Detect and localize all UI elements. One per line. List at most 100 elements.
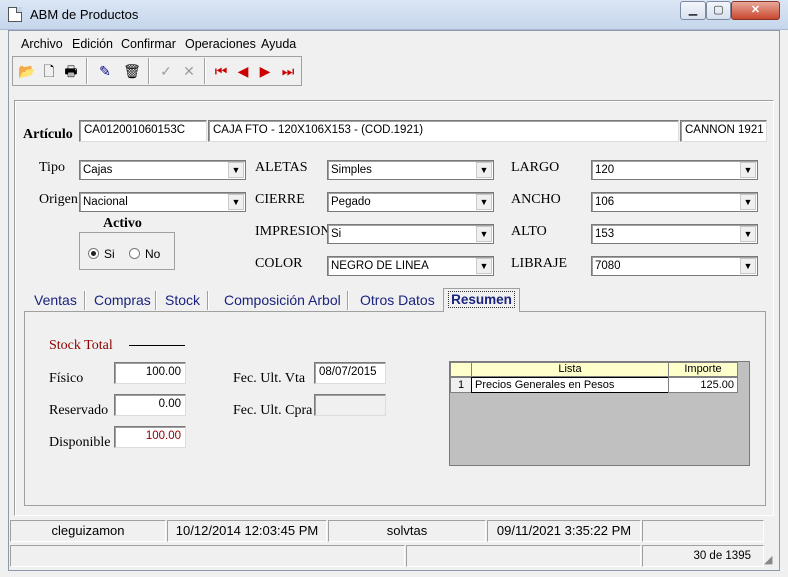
- last-record-button[interactable]: ⏭: [277, 60, 299, 82]
- prev-record-button[interactable]: ◀: [232, 60, 254, 82]
- menu-edicion[interactable]: Edición: [72, 37, 113, 51]
- origen-label: Origen: [39, 192, 78, 207]
- reservado-field[interactable]: 0.00: [114, 394, 186, 416]
- fec-ult-cpra-field[interactable]: [314, 394, 386, 416]
- fisico-field[interactable]: 100.00: [114, 362, 186, 384]
- alto-value: 153: [595, 228, 615, 240]
- fisico-label: Físico: [49, 371, 84, 386]
- alto-select[interactable]: 153 ▼: [591, 224, 758, 244]
- first-record-button[interactable]: ⏮: [210, 60, 232, 82]
- tipo-select[interactable]: Cajas ▼: [79, 160, 246, 180]
- resize-grip-icon[interactable]: ◢: [764, 553, 778, 567]
- ancho-select[interactable]: 106 ▼: [591, 192, 758, 212]
- maximize-button[interactable]: ▢: [706, 1, 731, 20]
- articulo-code-field[interactable]: CA012001060153C: [79, 120, 207, 142]
- new-document-icon: 🗋: [43, 63, 55, 79]
- articulo-label: Artículo: [23, 127, 73, 142]
- new-document-button[interactable]: 🗋: [38, 60, 60, 82]
- chevron-down-icon[interactable]: ▼: [740, 258, 756, 274]
- activo-si-radio[interactable]: [88, 248, 99, 259]
- cierre-select[interactable]: Pegado ▼: [327, 192, 494, 212]
- chevron-down-icon[interactable]: ▼: [740, 162, 756, 178]
- libraje-label: LIBRAJE: [511, 256, 567, 271]
- fec-ult-vta-field[interactable]: 08/07/2015: [314, 362, 386, 384]
- chevron-down-icon[interactable]: ▼: [476, 258, 492, 274]
- fec-ult-cpra-label: Fec. Ult. Cpra: [233, 403, 313, 418]
- articulo-client-field[interactable]: CANNON 1921: [680, 120, 767, 142]
- confirm-check-icon: ✓: [160, 63, 172, 79]
- articulo-description-field[interactable]: CAJA FTO - 120X106X153 - (COD.1921): [208, 120, 679, 142]
- largo-label: LARGO: [511, 160, 560, 175]
- close-button[interactable]: ✕: [731, 1, 780, 20]
- chevron-down-icon[interactable]: ▼: [228, 162, 244, 178]
- grid-cell-importe[interactable]: 125.00: [668, 377, 738, 393]
- status-user-created: cleguizamon: [10, 520, 166, 542]
- chevron-down-icon[interactable]: ▼: [476, 162, 492, 178]
- menu-ayuda[interactable]: Ayuda: [261, 37, 296, 51]
- status-empty: [642, 520, 764, 542]
- aletas-label: ALETAS: [255, 160, 308, 175]
- ancho-value: 106: [595, 196, 615, 208]
- tab-panel-border: [520, 311, 766, 312]
- fec-ult-vta-label: Fec. Ult. Vta: [233, 371, 306, 386]
- print-icon: 🖶: [64, 63, 78, 79]
- activo-no-radio[interactable]: [129, 248, 140, 259]
- color-select[interactable]: NEGRO DE LINEA ▼: [327, 256, 494, 276]
- largo-select[interactable]: 120 ▼: [591, 160, 758, 180]
- next-record-icon: ▶: [259, 63, 271, 79]
- status-user-modified: solvtas: [328, 520, 486, 542]
- libraje-value: 7080: [595, 260, 621, 272]
- edit-button[interactable]: ✎: [94, 60, 116, 82]
- last-record-icon: ⏭: [281, 63, 295, 79]
- aletas-select[interactable]: Simples ▼: [327, 160, 494, 180]
- color-label: COLOR: [255, 256, 303, 271]
- first-record-icon: ⏮: [214, 63, 228, 79]
- trash-icon: 🗑: [123, 63, 141, 79]
- status-date-modified: 09/11/2021 3:35:22 PM: [487, 520, 641, 542]
- tab-composicion-arbol[interactable]: Composición Arbol: [224, 290, 341, 311]
- next-record-button[interactable]: ▶: [254, 60, 276, 82]
- tab-otros-datos[interactable]: Otros Datos: [360, 290, 435, 311]
- chevron-down-icon[interactable]: ▼: [476, 194, 492, 210]
- delete-button[interactable]: 🗑: [121, 60, 143, 82]
- tab-stock[interactable]: Stock: [165, 290, 200, 311]
- grid-header-importe[interactable]: Importe: [668, 362, 738, 377]
- libraje-select[interactable]: 7080 ▼: [591, 256, 758, 276]
- menu-archivo[interactable]: Archivo: [21, 37, 63, 51]
- prev-record-icon: ◀: [237, 63, 249, 79]
- toolbar-separator: [204, 58, 206, 84]
- disponible-field[interactable]: 100.00: [114, 426, 186, 448]
- chevron-down-icon[interactable]: ▼: [740, 194, 756, 210]
- open-folder-icon: 📂: [18, 63, 36, 79]
- tab-ventas[interactable]: Ventas: [34, 290, 77, 311]
- print-button[interactable]: 🖶: [60, 60, 82, 82]
- chevron-down-icon[interactable]: ▼: [228, 194, 244, 210]
- origen-select[interactable]: Nacional ▼: [79, 192, 246, 212]
- status-empty: [406, 545, 641, 567]
- menu-operaciones[interactable]: Operaciones: [185, 37, 256, 51]
- disponible-label: Disponible: [49, 435, 111, 450]
- origen-value: Nacional: [83, 196, 128, 208]
- minimize-button[interactable]: ▁: [680, 1, 706, 20]
- stock-total-label: Stock Total: [49, 338, 113, 353]
- impresion-select[interactable]: Si ▼: [327, 224, 494, 244]
- tab-panel-border: [24, 311, 443, 312]
- tab-resumen[interactable]: Resumen: [443, 288, 520, 312]
- grid-header-lista[interactable]: Lista: [471, 362, 669, 377]
- menu-confirmar[interactable]: Confirmar: [121, 37, 176, 51]
- app-document-icon: [8, 7, 22, 22]
- confirm-button[interactable]: ✓: [155, 60, 177, 82]
- grid-cell-lista[interactable]: Precios Generales en Pesos: [471, 377, 669, 393]
- cierre-label: CIERRE: [255, 192, 305, 207]
- activo-no-label: No: [145, 247, 161, 261]
- status-date-created: 10/12/2014 12:03:45 PM: [167, 520, 327, 542]
- chevron-down-icon[interactable]: ▼: [740, 226, 756, 242]
- cancel-button[interactable]: ✕: [178, 60, 200, 82]
- ancho-label: ANCHO: [511, 192, 561, 207]
- status-record-position: 30 de 1395: [642, 545, 764, 567]
- tab-compras[interactable]: Compras: [94, 290, 151, 311]
- tab-separator: [207, 291, 209, 310]
- open-folder-button[interactable]: 📂: [16, 60, 38, 82]
- chevron-down-icon[interactable]: ▼: [476, 226, 492, 242]
- toolbar-separator: [86, 58, 88, 84]
